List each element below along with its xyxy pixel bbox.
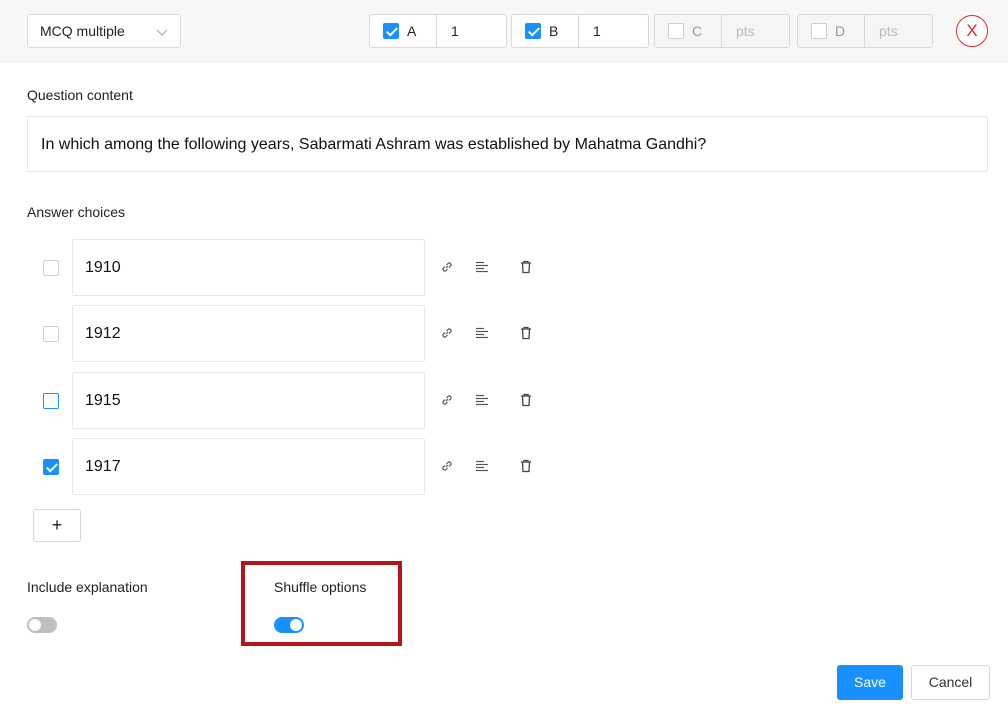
- align-left-icon[interactable]: [472, 323, 492, 343]
- add-answer-button[interactable]: +: [33, 509, 81, 542]
- option-b-group: B 1: [511, 14, 649, 48]
- option-d-checkbox[interactable]: [811, 23, 827, 39]
- answer-4-field[interactable]: 1917: [72, 438, 425, 495]
- include-explanation-switch[interactable]: [27, 617, 57, 633]
- option-a-group: A 1: [369, 14, 507, 48]
- switch-knob: [290, 619, 302, 631]
- answer-1-field[interactable]: 1910: [72, 239, 425, 296]
- highlight-box: [241, 561, 402, 646]
- link-icon[interactable]: [437, 257, 457, 277]
- link-icon[interactable]: [437, 323, 457, 343]
- answer-2-field[interactable]: 1912: [72, 305, 425, 362]
- trash-icon[interactable]: [516, 390, 536, 410]
- answer-row-1: 1910: [0, 239, 600, 296]
- option-a-checkbox[interactable]: [383, 23, 399, 39]
- question-content-label: Question content: [27, 87, 133, 103]
- align-left-icon[interactable]: [472, 456, 492, 476]
- option-c-toggle[interactable]: C: [654, 14, 722, 48]
- option-c-letter: C: [692, 23, 703, 39]
- chevron-down-icon: [156, 15, 168, 61]
- option-d-toggle[interactable]: D: [797, 14, 865, 48]
- switch-knob: [29, 619, 41, 631]
- question-content-field[interactable]: In which among the following years, Saba…: [27, 116, 988, 172]
- answer-row-3: 1915: [0, 372, 600, 429]
- option-d-letter: D: [835, 23, 846, 39]
- align-left-icon[interactable]: [472, 390, 492, 410]
- answer-1-checkbox[interactable]: [43, 260, 59, 276]
- answer-2-checkbox[interactable]: [43, 326, 59, 342]
- shuffle-options-label: Shuffle options: [274, 579, 367, 595]
- answer-3-field[interactable]: 1915: [72, 372, 425, 429]
- include-explanation-label: Include explanation: [27, 579, 148, 595]
- answer-row-4: 1917: [0, 438, 600, 495]
- cancel-button[interactable]: Cancel: [911, 665, 990, 700]
- close-icon: X: [966, 21, 978, 40]
- trash-icon[interactable]: [516, 456, 536, 476]
- option-d-points-input[interactable]: pts: [865, 14, 933, 48]
- option-c-points-input[interactable]: pts: [722, 14, 790, 48]
- answer-3-checkbox[interactable]: [43, 393, 59, 409]
- option-d-group: D pts: [797, 14, 933, 48]
- option-c-checkbox[interactable]: [668, 23, 684, 39]
- question-toolbar: MCQ multiple A 1 B 1 C pts D pts X: [0, 0, 1008, 62]
- align-left-icon[interactable]: [472, 257, 492, 277]
- option-a-points-input[interactable]: 1: [437, 14, 507, 48]
- option-b-points-input[interactable]: 1: [579, 14, 649, 48]
- save-button[interactable]: Save: [837, 665, 903, 700]
- shuffle-options-switch[interactable]: [274, 617, 304, 633]
- close-button[interactable]: X: [956, 15, 988, 47]
- option-b-toggle[interactable]: B: [511, 14, 579, 48]
- link-icon[interactable]: [437, 456, 457, 476]
- trash-icon[interactable]: [516, 323, 536, 343]
- question-type-value: MCQ multiple: [40, 23, 125, 39]
- option-a-letter: A: [407, 23, 417, 39]
- option-b-checkbox[interactable]: [525, 23, 541, 39]
- option-a-toggle[interactable]: A: [369, 14, 437, 48]
- answer-4-checkbox[interactable]: [43, 459, 59, 475]
- answer-row-2: 1912: [0, 305, 600, 362]
- option-b-letter: B: [549, 23, 559, 39]
- option-c-group: C pts: [654, 14, 790, 48]
- question-type-select[interactable]: MCQ multiple: [27, 14, 181, 48]
- answer-choices-label: Answer choices: [27, 204, 126, 220]
- trash-icon[interactable]: [516, 257, 536, 277]
- link-icon[interactable]: [437, 390, 457, 410]
